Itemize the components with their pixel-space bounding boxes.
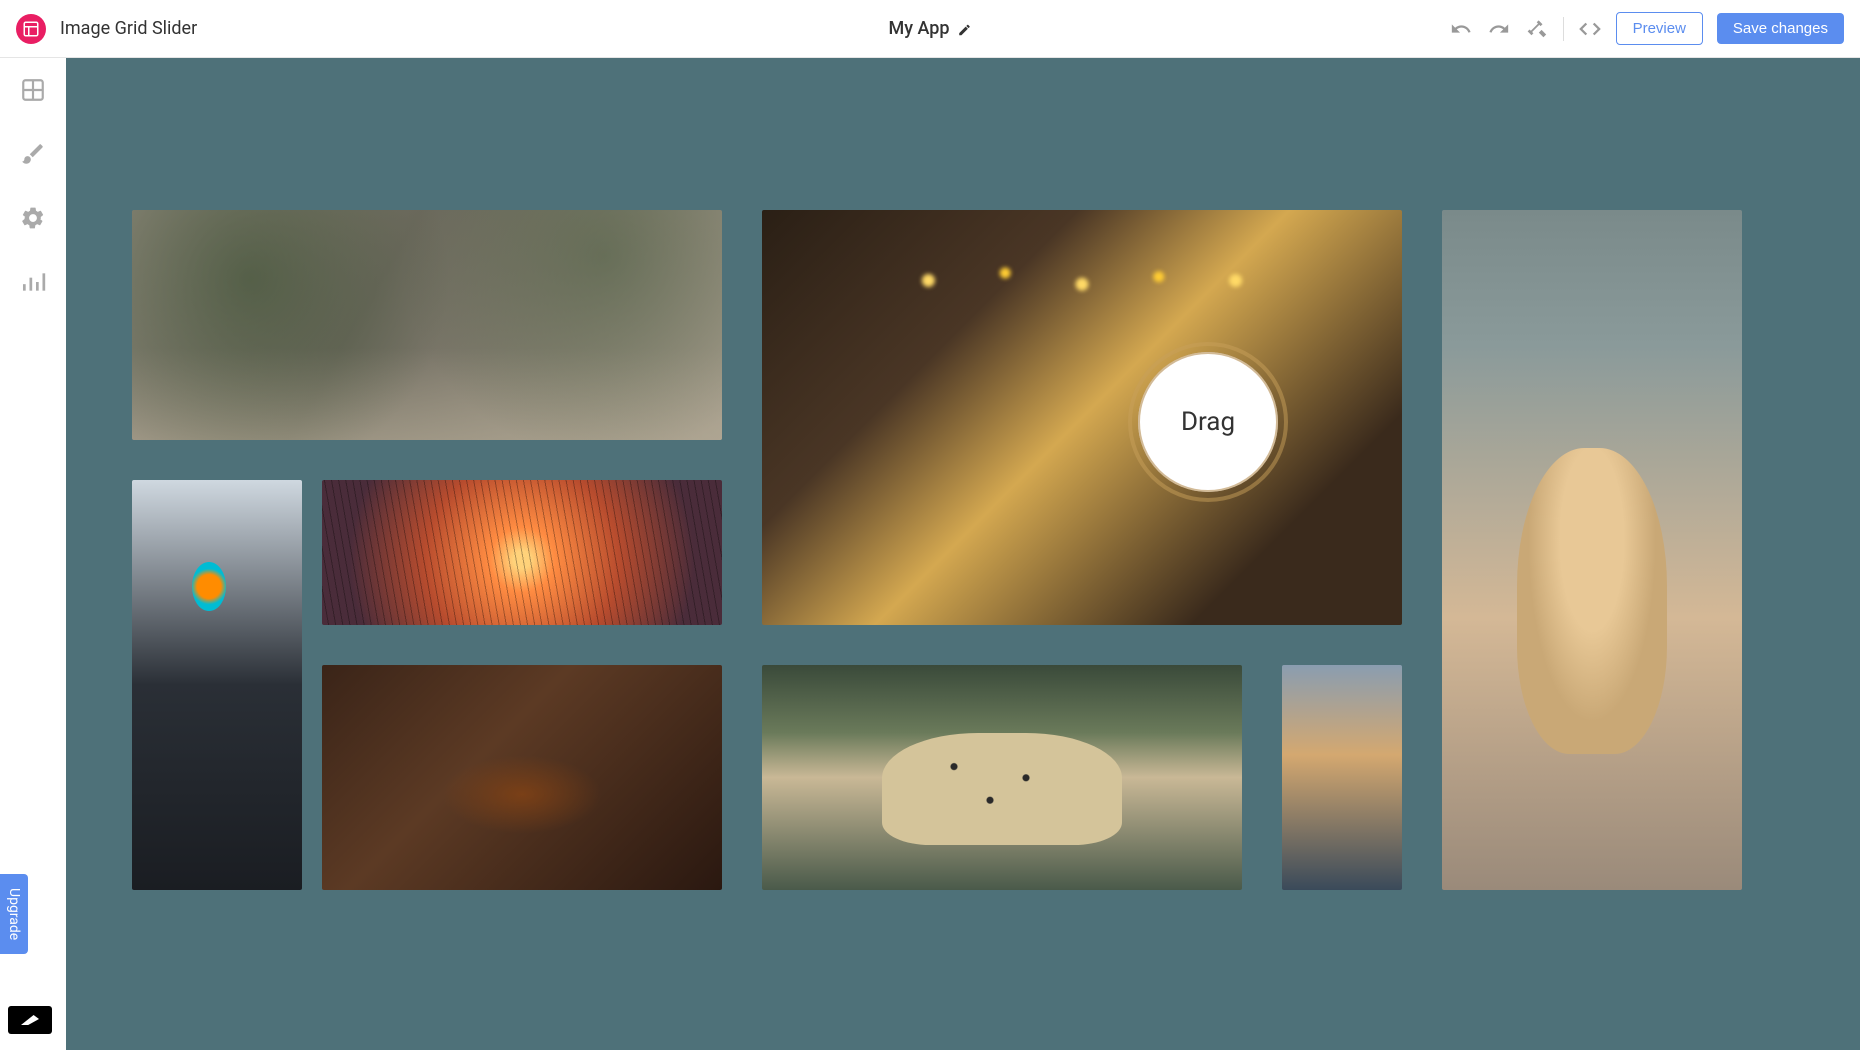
corner-badge-icon[interactable]: [8, 1006, 52, 1034]
gear-icon[interactable]: [19, 204, 47, 232]
grid-tile-skis[interactable]: [132, 480, 302, 890]
toolbar-divider: [1563, 17, 1564, 41]
grid-tile-airplane[interactable]: [1282, 665, 1402, 890]
editor-canvas[interactable]: Drag: [66, 58, 1860, 1050]
preview-button[interactable]: Preview: [1616, 12, 1703, 45]
topbar-center: My App: [888, 18, 971, 39]
upgrade-tab[interactable]: Upgrade: [0, 874, 28, 954]
grid-tile-dog[interactable]: [1442, 210, 1742, 890]
undo-icon[interactable]: [1449, 17, 1473, 41]
grid-tile-leopard[interactable]: [762, 665, 1242, 890]
edit-app-name-icon[interactable]: [958, 22, 972, 36]
grid-view-icon[interactable]: [19, 76, 47, 104]
grid-tile-dinner-toast[interactable]: [762, 210, 1402, 625]
image-grid-slider[interactable]: [132, 210, 1724, 890]
slider-drag-control[interactable]: Drag: [1138, 405, 1224, 439]
drag-ring: [1128, 342, 1288, 502]
save-changes-button[interactable]: Save changes: [1717, 13, 1844, 44]
topbar-right: Preview Save changes: [1449, 12, 1844, 45]
brush-icon[interactable]: [19, 140, 47, 168]
app-name: My App: [888, 18, 949, 39]
analytics-icon[interactable]: [19, 268, 47, 296]
grid-tile-wine[interactable]: [322, 665, 722, 890]
code-icon[interactable]: [1578, 17, 1602, 41]
topbar-left: Image Grid Slider: [16, 14, 197, 44]
grid-tile-group-photo[interactable]: [132, 210, 722, 440]
redo-icon[interactable]: [1487, 17, 1511, 41]
plugin-logo-icon: [16, 14, 46, 44]
grid-tile-sunset[interactable]: [322, 480, 722, 625]
plugin-title: Image Grid Slider: [60, 18, 197, 39]
drag-circle[interactable]: Drag: [1138, 352, 1278, 492]
top-bar: Image Grid Slider My App Preview Save ch…: [0, 0, 1860, 58]
hammer-icon[interactable]: [1525, 17, 1549, 41]
